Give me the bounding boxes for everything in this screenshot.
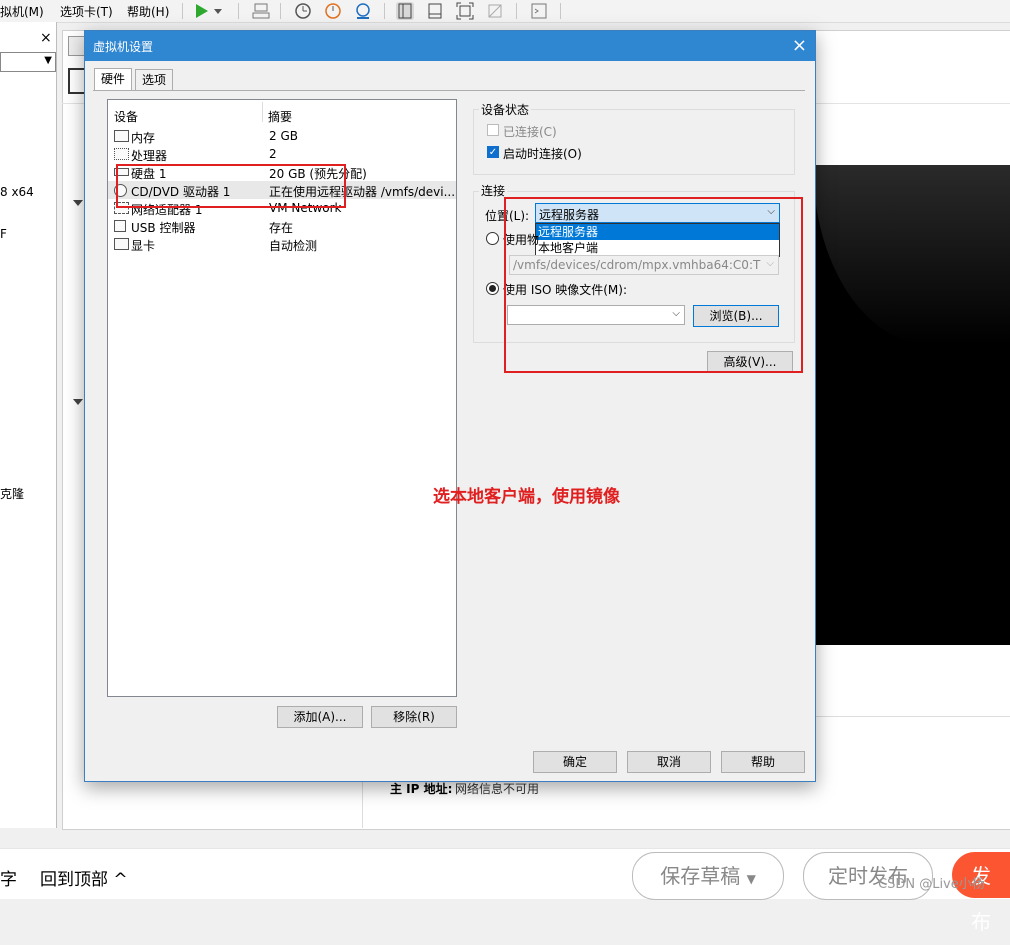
save-draft-button[interactable]: 保存草稿 ▼ (632, 852, 784, 900)
add-device-button[interactable]: 添加(A)... (277, 706, 363, 728)
column-device[interactable]: 设备 (114, 108, 138, 125)
device-row-processor[interactable]: 处理器 2 (108, 145, 456, 163)
menu-vm[interactable]: 拟机(M) (0, 3, 44, 20)
device-summary: 存在 (269, 221, 294, 235)
use-iso-radio[interactable] (486, 282, 499, 295)
use-physical-drive-radio[interactable] (486, 232, 499, 245)
menu-tabs[interactable]: 选项卡(T) (60, 3, 113, 20)
tab-hardware[interactable]: 硬件 (94, 68, 133, 92)
column-separator (262, 102, 263, 122)
fullscreen-icon[interactable] (456, 2, 474, 20)
device-name: 显卡 (131, 239, 156, 253)
help-button[interactable]: 帮助 (721, 751, 805, 773)
chevron-down-icon: ▼ (746, 872, 756, 886)
menu-help[interactable]: 帮助(H) (127, 3, 169, 20)
device-name: USB 控制器 (131, 221, 196, 235)
collapse-arrow-icon[interactable] (73, 399, 83, 407)
device-list-header: 设备 摘要 (108, 100, 456, 125)
highlight-box-connection (504, 197, 803, 373)
device-row-usb-controller[interactable]: USB 控制器 存在 (108, 217, 456, 235)
display-icon (114, 238, 129, 250)
connection-label: 连接 (479, 182, 508, 199)
library-close-icon[interactable]: × (40, 30, 52, 46)
column-summary[interactable]: 摘要 (268, 108, 292, 125)
vm-os-text: 8 x64 (0, 185, 34, 199)
console-view-icon[interactable] (426, 2, 444, 20)
memory-icon (114, 130, 129, 142)
highlight-box-cd-dvd (116, 164, 346, 208)
usb-icon (114, 220, 126, 232)
connected-checkbox[interactable] (487, 124, 499, 136)
collapse-arrow-icon[interactable] (73, 200, 83, 208)
ok-button[interactable]: 确定 (533, 751, 617, 773)
toolbar-separator (238, 3, 239, 19)
vm-text-fragment: F (0, 227, 7, 241)
vm-settings-dialog: 虚拟机设置 × 硬件 选项 设备 摘要 内存 2 GB 处理器 2 硬盘 1 2… (84, 30, 816, 782)
toolbar-separator (516, 3, 517, 19)
cancel-button[interactable]: 取消 (627, 751, 711, 773)
back-to-top-label: 回到顶部 (40, 870, 108, 890)
back-to-top-link[interactable]: 回到顶部 ^ (40, 865, 128, 890)
menu-bar: 拟机(M) 选项卡(T) 帮助(H) (0, 0, 1010, 23)
watermark: CSDN @Live小杨 (878, 877, 985, 892)
device-summary: 2 (269, 147, 277, 161)
connect-on-start-label: 启动时连接(O) (503, 147, 582, 161)
device-row-memory[interactable]: 内存 2 GB (108, 127, 456, 145)
vm-clone-text: 克隆 (0, 487, 25, 501)
processor-icon (114, 148, 129, 160)
dialog-title: 虚拟机设置 (93, 40, 154, 54)
snapshot-manager-icon[interactable] (354, 2, 372, 20)
network-icon[interactable] (252, 3, 270, 19)
unity-icon[interactable] (486, 2, 504, 20)
dialog-titlebar: 虚拟机设置 × (85, 31, 815, 61)
toolbar-separator (182, 3, 183, 19)
device-name: 处理器 (131, 149, 168, 163)
device-status-label: 设备状态 (479, 101, 532, 118)
remove-device-button[interactable]: 移除(R) (371, 706, 457, 728)
device-summary: 自动检测 (269, 239, 318, 253)
tab-options[interactable]: 选项 (135, 69, 174, 91)
connected-label: 已连接(C) (503, 125, 557, 139)
device-row-display[interactable]: 显卡 自动检测 (108, 235, 456, 253)
snapshot-icon[interactable] (294, 2, 312, 20)
chevron-down-icon: ▼ (44, 55, 52, 66)
vm-console-preview[interactable] (813, 165, 1010, 645)
close-icon[interactable]: × (792, 35, 807, 56)
connect-on-start-checkbox[interactable]: ✓ (487, 146, 499, 158)
annotation-text: 选本地客户端，使用镜像 (433, 487, 620, 507)
device-summary: 2 GB (269, 129, 298, 143)
save-draft-label: 保存草稿 (660, 864, 741, 888)
terminal-icon[interactable] (530, 2, 548, 20)
toolbar-separator (280, 3, 281, 19)
play-icon[interactable] (194, 3, 224, 19)
toolbar-separator (384, 3, 385, 19)
library-search-combo[interactable]: ▼ (0, 52, 56, 72)
sidebar-view-icon[interactable] (396, 2, 414, 20)
device-name: 内存 (131, 131, 156, 145)
device-status-group (473, 109, 795, 175)
chevron-up-icon: ^ (108, 870, 128, 890)
ip-label: 主 IP 地址: (390, 782, 453, 796)
word-count-stub: 字 (0, 870, 17, 890)
toolbar-separator (560, 3, 561, 19)
ip-value: 网络信息不可用 (455, 782, 540, 796)
library-pane: × ▼ 8 x64 F 克隆 (0, 22, 57, 828)
revert-snapshot-icon[interactable] (324, 2, 342, 20)
